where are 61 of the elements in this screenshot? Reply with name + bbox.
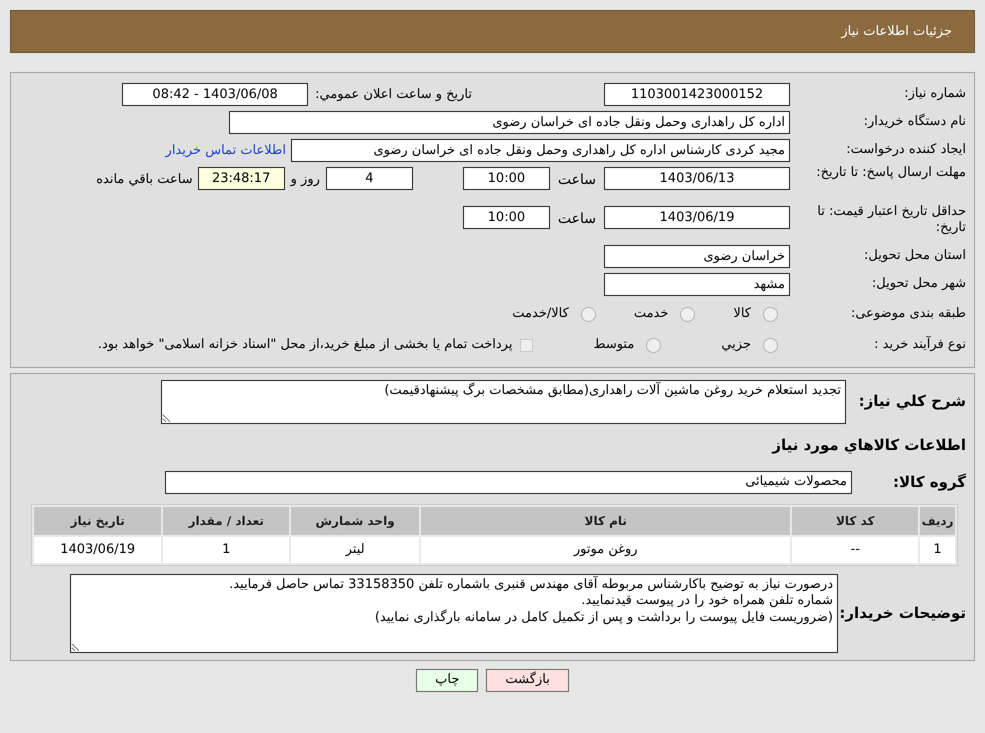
field-label: نام دستگاه خریدار: — [862, 114, 966, 131]
field-label: شرح كلي نياز: — [858, 391, 966, 412]
countdown-field[interactable]: 23:48:17 — [198, 167, 285, 190]
option-label: متوسط — [593, 336, 634, 354]
contact-link[interactable]: اطلاعات تماس خریدار — [166, 140, 286, 160]
column-header: ردیف — [920, 506, 955, 534]
field-label: ساعت باقي مانده — [96, 171, 193, 189]
field-label: توضیحات خریدار: — [838, 602, 966, 624]
field-label: ایجاد کننده درخواست: — [845, 142, 966, 159]
column-header: واحد شمارش — [291, 506, 420, 534]
date-field[interactable]: 1403/06/13 — [604, 167, 790, 190]
radio-button[interactable] — [680, 306, 696, 322]
print-button[interactable]: چاپ — [416, 668, 478, 692]
option-label: کالا — [733, 305, 751, 324]
radio-button[interactable] — [763, 338, 778, 352]
checkbox[interactable] — [520, 338, 534, 352]
field-label: روز و — [290, 171, 320, 189]
field-label: مهلت ارسال پاسخ: تا تاریخ: — [815, 165, 966, 182]
field-label: نوع فرآیند خرید : — [873, 336, 966, 354]
section-heading: اطلاعات كالاهاي مورد نياز — [770, 435, 966, 456]
table-cell: -- — [792, 536, 918, 562]
field-label: تاریخ و ساعت اعلان عمومي: — [315, 86, 472, 104]
option-label: خدمت — [634, 305, 668, 324]
text-field[interactable]: خراسان رضوی — [604, 245, 790, 268]
field-label: شهر محل تحویل: — [870, 276, 966, 293]
text-field[interactable]: 1103001423000152 — [604, 83, 790, 106]
radio-button[interactable] — [763, 306, 778, 322]
field-label: طبقه بندی موضوعی: — [850, 306, 966, 322]
text-field[interactable]: مجید کردی کارشناس اداره کل راهداری وحمل ونقل جاده ای خراسان رضوی — [291, 139, 790, 162]
table-cell: روغن موتور — [421, 536, 790, 562]
date-field[interactable]: 1403/06/19 — [604, 206, 790, 229]
table-cell: 1 — [163, 536, 290, 562]
time-field[interactable]: 10:00 — [462, 206, 550, 229]
days-field[interactable]: 4 — [326, 167, 413, 190]
field-label: ساعت — [558, 210, 596, 229]
table-cell: لیتر — [291, 536, 420, 562]
time-field[interactable]: 10:00 — [462, 167, 550, 190]
field-label: شماره نیاز: — [903, 86, 966, 103]
table-cell: 1403/06/19 — [34, 536, 162, 562]
text-field[interactable]: مشهد — [604, 273, 790, 296]
radio-button[interactable] — [646, 338, 662, 352]
back-button[interactable]: بازگشت — [486, 668, 569, 692]
field-label: ساعت — [558, 171, 596, 190]
page-title-bar: جزئیات اطلاعات نیاز — [10, 10, 975, 53]
column-header: تعداد / مقدار — [163, 506, 290, 534]
radio-button[interactable] — [580, 306, 596, 322]
table-cell: 1 — [920, 536, 955, 562]
column-header: تاریخ نیاز — [34, 506, 162, 534]
text-field[interactable]: اداره کل راهداری وحمل ونقل جاده ای خراسان رضوی — [229, 111, 790, 134]
option-label: پرداخت تمام یا بخشی از مبلغ خرید،از محل "اسناد خزانه اسلامی" خواهد بود. — [98, 336, 512, 354]
buyer-notes-field[interactable]: درصورت نیاز به توضیح باکارشناس مربوطه آقای مهندس قنبری باشماره تلفن 33158350 تماس حاصل فرمایید. شماره تلفن همراه خود را در پیوست قیدنمایید. (ضروریست فایل پیوست را برداشت و پس از تکمیل کامل در سامانه بارگذاری نمایید) — [70, 574, 838, 652]
field-label: گروه كالا: — [892, 472, 966, 493]
option-label: کالا/خدمت — [512, 305, 569, 324]
field-label: استان محل تحویل: — [863, 248, 966, 265]
field-label: حداقل تاریخ اعتبار قیمت: تا تاریخ: — [816, 204, 966, 236]
description-field[interactable]: تجدید استعلام خرید روغن ماشین آلات راهداری(مطابق مشخصات برگ پیشنهادقیمت) — [161, 380, 846, 424]
column-header: کد کالا — [792, 506, 918, 534]
text-field[interactable]: 1403/06/08 - 08:42 — [122, 83, 308, 106]
goods-group-field[interactable]: محصولات شیمیائی — [165, 470, 852, 494]
option-label: جزيي — [721, 336, 751, 354]
column-header: نام کالا — [421, 506, 790, 534]
